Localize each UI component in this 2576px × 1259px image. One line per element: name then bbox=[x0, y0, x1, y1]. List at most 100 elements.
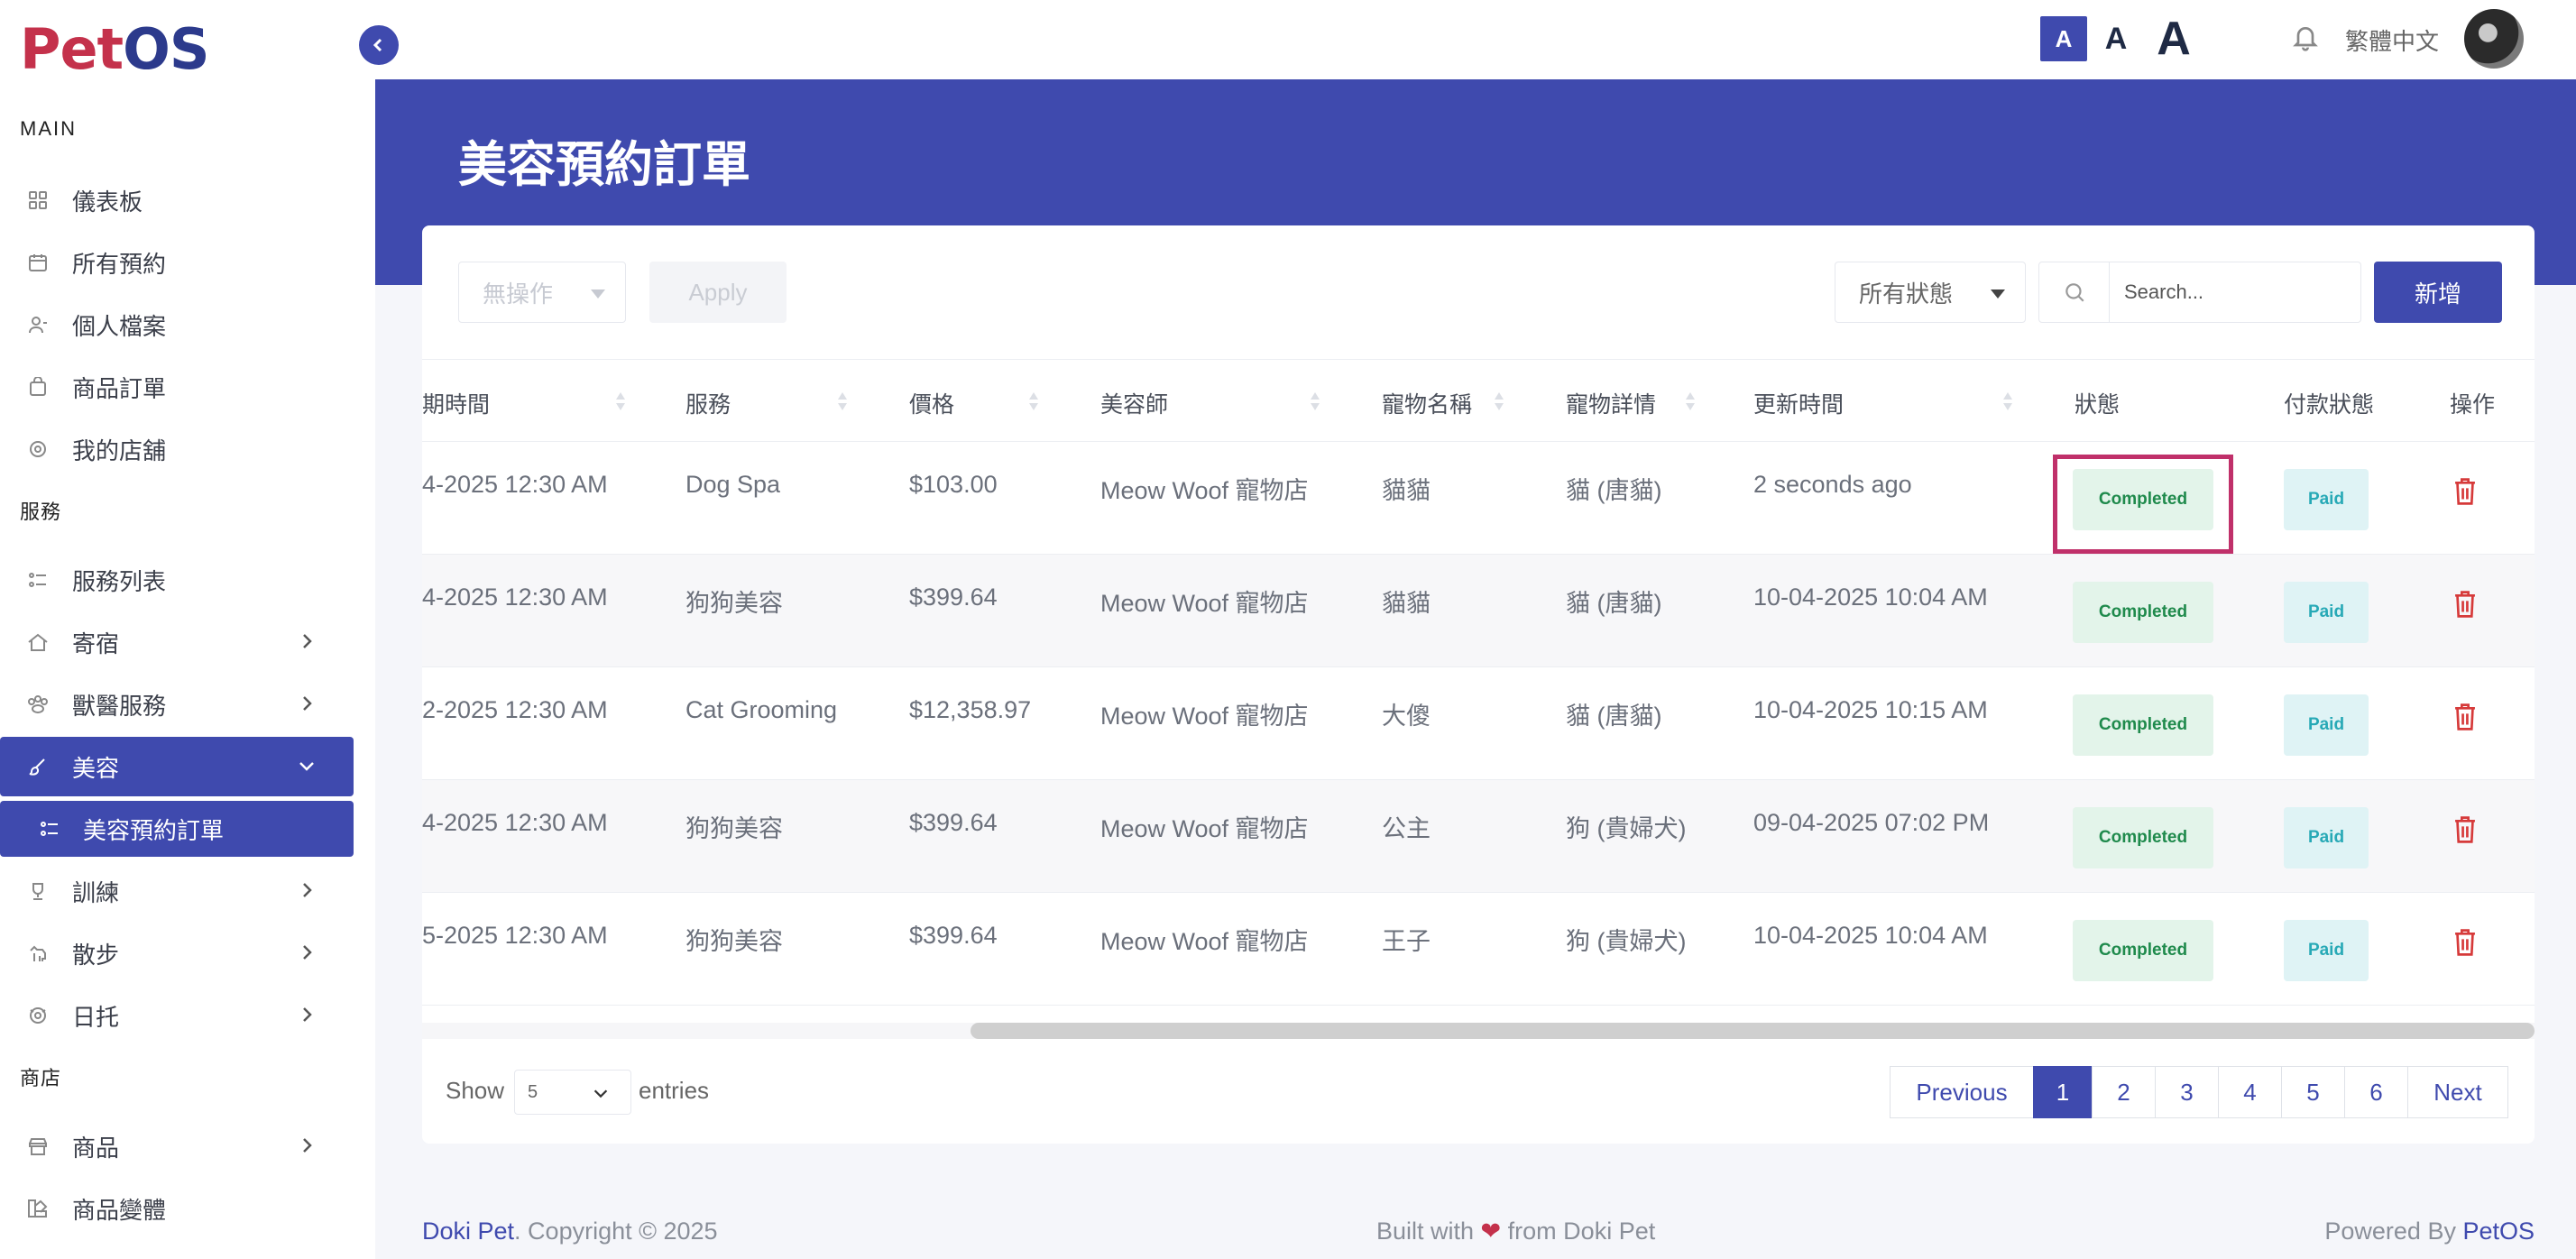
column-header-price[interactable]: 價格 bbox=[909, 387, 954, 419]
status-filter-value: 所有狀態 bbox=[1859, 280, 1954, 308]
add-new-button[interactable]: 新增 bbox=[2374, 262, 2502, 323]
sidebar-item-boarding[interactable]: 寄宿 bbox=[0, 612, 354, 672]
section-label-services: 服務 bbox=[20, 501, 62, 523]
chevron-down-icon bbox=[299, 762, 314, 771]
sidebar-item-grooming[interactable]: 美容 bbox=[0, 737, 354, 796]
bulk-action-select[interactable]: 無操作 bbox=[458, 262, 626, 323]
sort-icon[interactable] bbox=[1028, 391, 1039, 412]
pagination-page-5[interactable]: 5 bbox=[2281, 1066, 2345, 1118]
footer-petos-link[interactable]: PetOS bbox=[2462, 1218, 2535, 1245]
user-icon bbox=[25, 312, 51, 337]
sidebar-item-label: 訓練 bbox=[72, 878, 120, 906]
sort-icon[interactable] bbox=[615, 391, 626, 412]
apply-button[interactable]: Apply bbox=[649, 262, 787, 323]
petos-logo[interactable]: PetOS bbox=[20, 16, 210, 82]
sidebar-item-label: 美容預約訂單 bbox=[83, 816, 225, 844]
pagination-page-3[interactable]: 3 bbox=[2155, 1066, 2219, 1118]
search-input[interactable]: Search... bbox=[2110, 280, 2203, 304]
sort-icon[interactable] bbox=[1685, 391, 1696, 412]
sidebar: PetOS MAIN 儀表板 所有預約 個人檔案 商品訂單 我的店舖 服務 服務… bbox=[0, 0, 375, 1259]
font-size-large-button[interactable]: A bbox=[2147, 9, 2201, 69]
sidebar-item-training[interactable]: 訓練 bbox=[0, 861, 354, 921]
pagination-page-6[interactable]: 6 bbox=[2344, 1066, 2408, 1118]
cell-time: 2-2025 12:30 AM bbox=[422, 696, 608, 723]
trash-icon[interactable] bbox=[2452, 476, 2479, 507]
sidebar-item-product-orders[interactable]: 商品訂單 bbox=[0, 357, 354, 417]
trash-icon[interactable] bbox=[2452, 814, 2479, 845]
entries-per-page-select[interactable]: 5 bbox=[514, 1070, 631, 1115]
sidebar-item-vet[interactable]: 獸醫服務 bbox=[0, 675, 354, 734]
column-header-service[interactable]: 服務 bbox=[685, 387, 731, 419]
pagination-page-2[interactable]: 2 bbox=[2092, 1066, 2156, 1118]
show-label: Show bbox=[446, 1077, 505, 1104]
avatar[interactable] bbox=[2464, 9, 2524, 69]
column-header-pet-name[interactable]: 寵物名稱 bbox=[1382, 387, 1472, 419]
column-header-pet-detail[interactable]: 寵物詳情 bbox=[1566, 387, 1656, 419]
sort-icon[interactable] bbox=[2002, 391, 2013, 412]
horizontal-scrollbar-thumb[interactable] bbox=[971, 1023, 2535, 1039]
trophy-icon bbox=[25, 878, 51, 904]
sort-icon[interactable] bbox=[1494, 391, 1504, 412]
sidebar-item-profile[interactable]: 個人檔案 bbox=[0, 295, 354, 354]
house-icon bbox=[25, 630, 51, 655]
status-badge[interactable]: Completed bbox=[2073, 694, 2213, 756]
sidebar-item-label: 服務列表 bbox=[72, 567, 167, 595]
status-badge[interactable]: Completed bbox=[2073, 807, 2213, 868]
caret-down-icon bbox=[591, 289, 605, 299]
pagination-next[interactable]: Next bbox=[2407, 1066, 2508, 1118]
orders-card: 無操作 Apply 所有狀態 Search... 新增 期時間 服務 價格 美容… bbox=[422, 225, 2535, 1144]
footer-powered-prefix: Powered By bbox=[2324, 1218, 2463, 1245]
trash-icon[interactable] bbox=[2452, 589, 2479, 620]
shop-icon bbox=[25, 1134, 51, 1159]
chevron-down-icon bbox=[593, 1089, 608, 1098]
cell-pet-detail: 貓 (唐貓) bbox=[1566, 703, 1662, 730]
column-header-time[interactable]: 期時間 bbox=[422, 387, 490, 419]
list-icon bbox=[25, 567, 51, 593]
sort-icon[interactable] bbox=[837, 391, 848, 412]
sidebar-item-my-store[interactable]: 我的店舖 bbox=[0, 419, 354, 479]
status-filter-select[interactable]: 所有狀態 bbox=[1835, 262, 2026, 323]
bell-icon[interactable] bbox=[2291, 23, 2320, 52]
payment-badge[interactable]: Paid bbox=[2284, 807, 2369, 868]
store-icon bbox=[25, 437, 51, 462]
cell-groomer: Meow Woof 寵物店 bbox=[1100, 590, 1309, 617]
status-badge[interactable]: Completed bbox=[2073, 920, 2213, 981]
sidebar-item-dashboard[interactable]: 儀表板 bbox=[0, 170, 354, 230]
column-header-groomer[interactable]: 美容師 bbox=[1100, 387, 1168, 419]
sidebar-item-daycare[interactable]: 日托 bbox=[0, 986, 354, 1045]
sidebar-item-grooming-orders[interactable]: 美容預約訂單 bbox=[0, 801, 354, 857]
bulk-action-value: 無操作 bbox=[483, 280, 554, 308]
trash-icon[interactable] bbox=[2452, 702, 2479, 732]
payment-badge[interactable]: Paid bbox=[2284, 469, 2369, 530]
chevron-right-icon bbox=[303, 634, 312, 648]
sidebar-item-products[interactable]: 商品 bbox=[0, 1117, 354, 1176]
font-size-small-button[interactable]: A bbox=[2040, 16, 2087, 61]
sidebar-item-service-list[interactable]: 服務列表 bbox=[0, 550, 354, 610]
status-badge[interactable]: Completed bbox=[2073, 582, 2213, 643]
table-row: 5-2025 12:30 AM 狗狗美容 $399.64 Meow Woof 寵… bbox=[422, 893, 2535, 1006]
highlight-box bbox=[2053, 455, 2233, 554]
language-selector[interactable]: 繁體中文 bbox=[2345, 23, 2439, 57]
cell-pet-name: 貓貓 bbox=[1382, 590, 1431, 617]
chevron-right-icon bbox=[303, 696, 312, 711]
font-size-medium-button[interactable]: A bbox=[2094, 16, 2138, 61]
cell-groomer: Meow Woof 寵物店 bbox=[1100, 477, 1309, 504]
sidebar-item-all-bookings[interactable]: 所有預約 bbox=[0, 233, 354, 292]
sidebar-item-product-variants[interactable]: 商品變體 bbox=[0, 1179, 354, 1238]
pagination-page-1[interactable]: 1 bbox=[2033, 1066, 2093, 1118]
footer-brand-link[interactable]: Doki Pet bbox=[422, 1218, 514, 1245]
sidebar-item-walking[interactable]: 散步 bbox=[0, 924, 354, 983]
pagination-previous[interactable]: Previous bbox=[1890, 1066, 2034, 1118]
payment-badge[interactable]: Paid bbox=[2284, 582, 2369, 643]
payment-badge[interactable]: Paid bbox=[2284, 694, 2369, 756]
chevron-right-icon bbox=[303, 1138, 312, 1153]
sidebar-item-label: 寄宿 bbox=[72, 630, 120, 657]
pagination-page-4[interactable]: 4 bbox=[2218, 1066, 2282, 1118]
trash-icon[interactable] bbox=[2452, 927, 2479, 958]
column-header-payment: 付款狀態 bbox=[2284, 392, 2375, 418]
sidebar-collapse-button[interactable] bbox=[359, 25, 399, 65]
search-field[interactable]: Search... bbox=[2038, 262, 2361, 323]
payment-badge[interactable]: Paid bbox=[2284, 920, 2369, 981]
sort-icon[interactable] bbox=[1310, 391, 1320, 412]
column-header-updated[interactable]: 更新時間 bbox=[1753, 387, 1844, 419]
